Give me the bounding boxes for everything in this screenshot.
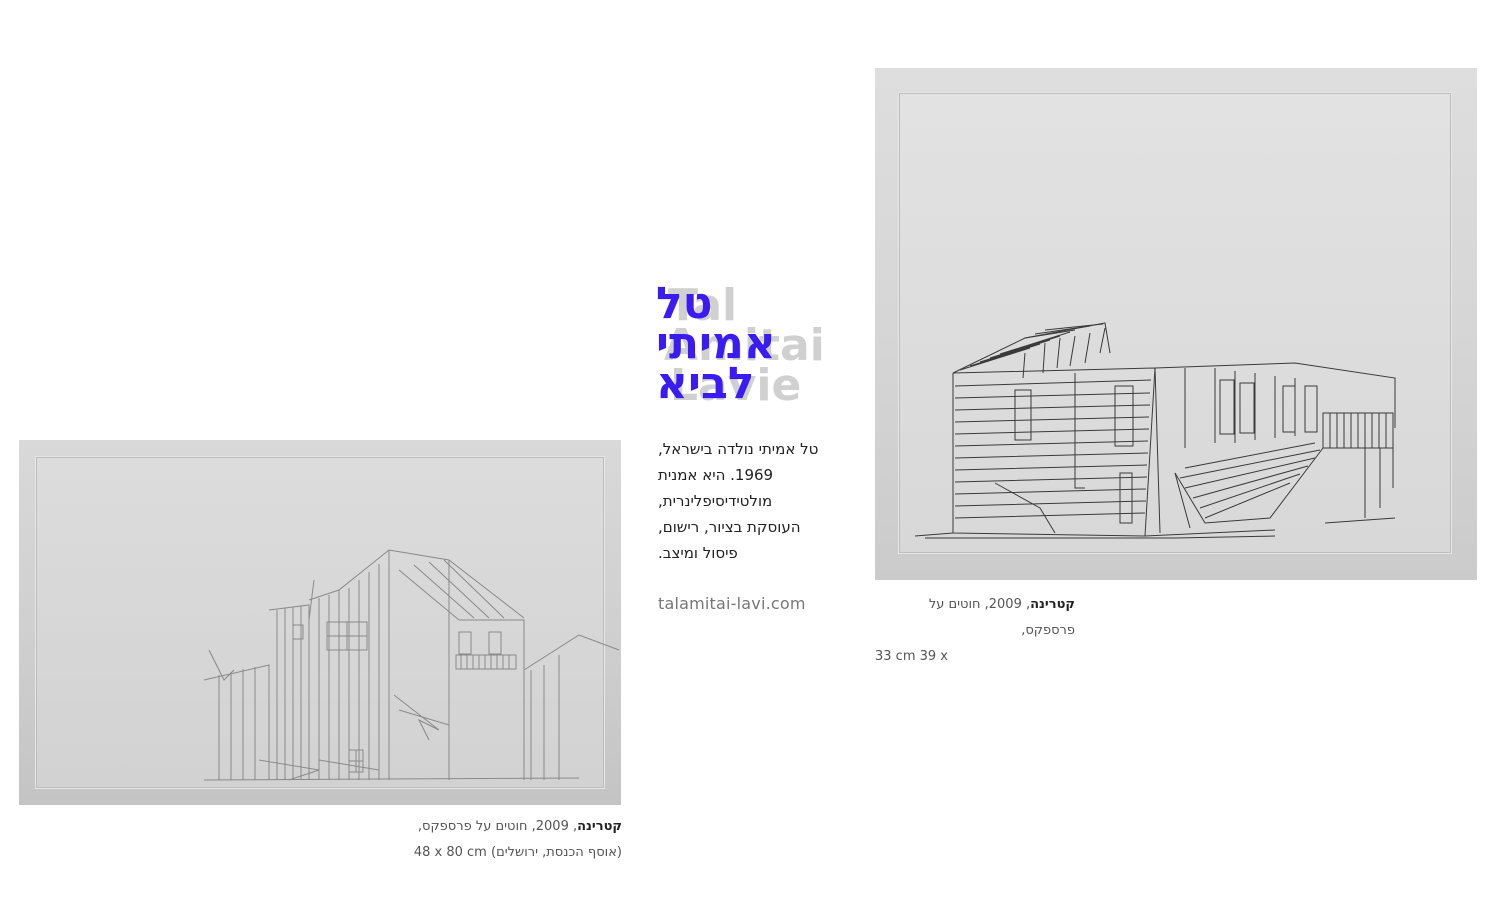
artwork-size: 33 cm 39 x — [875, 649, 948, 664]
artwork-title: קטרינה — [1030, 597, 1075, 612]
house-drawing — [203, 549, 620, 781]
logo-name-line-3: לביא — [656, 358, 755, 409]
bio-line: פיסול ומיצב. — [658, 544, 738, 562]
caption-title-line: קטרינה, 2009, חוטים על פרספקס, — [302, 814, 622, 840]
artwork-caption-right: קטרינה, 2009, חוטים על פרספקס, 33 cm 39 … — [875, 592, 1075, 670]
bio-line: 1969. היא אמנית — [658, 466, 774, 484]
caption-title-line: קטרינה, 2009, חוטים על פרספקס, — [875, 592, 1075, 644]
artist-bio: טל אמיתי נולדה בישראל, 1969. היא אמנית מ… — [658, 436, 833, 566]
artwork-image-left[interactable] — [19, 440, 621, 805]
artwork-image-right[interactable] — [875, 68, 1477, 580]
artwork-title: קטרינה — [577, 819, 622, 834]
artwork-caption-left: קטרינה, 2009, חוטים על פרספקס, 48 x 80 c… — [302, 814, 622, 866]
artwork-size: 48 x 80 cm (אוסף הכנסת, ירושלים) — [413, 845, 622, 860]
house-drawing — [914, 322, 1396, 539]
bio-line: טל אמיתי נולדה בישראל, — [658, 440, 819, 458]
website-link[interactable]: talamitai-lavi.com — [658, 592, 806, 616]
artist-logo[interactable]: Tal Amitai Lavie טל אמיתי לביא — [656, 280, 825, 410]
bio-line: מולטידיסיפלינרית, — [658, 492, 773, 510]
artwork-details: , 2009, חוטים על פרספקס, — [417, 819, 578, 834]
bio-line: העוסקת בציור, רישום, — [658, 518, 801, 536]
